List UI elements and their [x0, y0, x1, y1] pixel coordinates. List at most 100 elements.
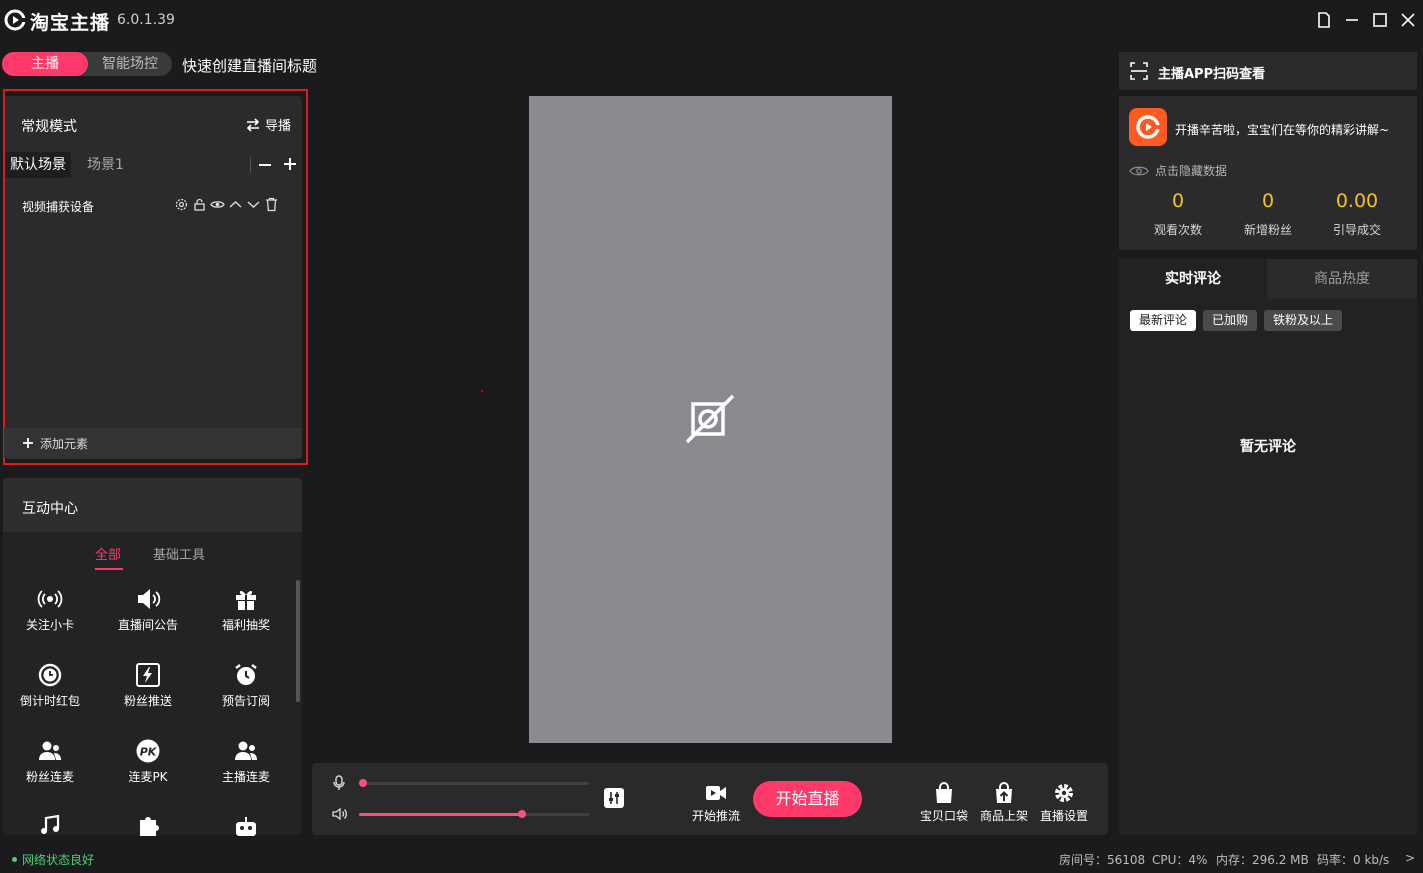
hide-data-button[interactable]: 点击隐藏数据 — [1129, 162, 1227, 179]
live-settings-label: 直播设置 — [1039, 809, 1088, 823]
mode-smart-control-button[interactable]: 智能场控 — [88, 52, 172, 76]
start-live-button[interactable]: 开始直播 — [753, 781, 862, 817]
mode-anchor-button[interactable]: 主播 — [2, 52, 88, 76]
trash-icon[interactable] — [264, 197, 279, 212]
chevron-down-icon[interactable] — [246, 197, 261, 212]
eye-icon[interactable] — [210, 197, 225, 212]
tab-live-comments[interactable]: 实时评论 — [1119, 259, 1267, 299]
broadcast-icon — [37, 586, 63, 612]
lock-icon[interactable] — [192, 197, 207, 212]
comment-panel — [1119, 259, 1417, 835]
stat-views-value: 0 — [1171, 190, 1185, 212]
app-version: 6.0.1.39 — [117, 12, 175, 28]
cpu-usage: CPU：4% — [1152, 853, 1208, 867]
memory-usage: 内存：296.2 MB — [1216, 853, 1309, 867]
robot-icon — [233, 814, 259, 840]
users-icon — [233, 738, 259, 764]
close-icon[interactable] — [1398, 10, 1418, 30]
swap-arrows-icon — [245, 117, 261, 132]
upload-icon — [992, 782, 1016, 804]
tool-puzzle[interactable] — [108, 814, 188, 844]
filter-iron-fans[interactable]: 铁粉及以上 — [1264, 310, 1343, 331]
tool-label: 连麦PK — [128, 770, 168, 784]
greeting-text: 开播辛苦啦，宝宝们在等你的精彩讲解~ — [1175, 123, 1390, 137]
room-number: 房间号：56108 — [1059, 853, 1146, 867]
stat-conversion-value: 0.00 — [1335, 190, 1379, 212]
tool-label: 直播间公告 — [117, 618, 178, 632]
taobao-live-logo-icon — [4, 9, 26, 31]
cursor-dot — [481, 390, 483, 392]
tool-fan-push[interactable]: 粉丝推送 — [108, 662, 188, 709]
network-status-label: 网络状态良好 — [22, 853, 95, 867]
network-status: 网络状态良好 — [12, 851, 94, 868]
music-icon — [37, 814, 63, 840]
mic-slider-knob[interactable] — [359, 779, 367, 787]
scan-title: 主播APP扫码查看 — [1158, 67, 1266, 82]
tab-scene-1[interactable]: 场景1 — [87, 152, 124, 178]
gear-icon — [1052, 782, 1076, 804]
no-signal-icon — [683, 392, 737, 446]
avatar — [1129, 108, 1167, 146]
add-element-button[interactable]: 添加元素 — [4, 428, 302, 458]
source-actions — [174, 197, 279, 212]
tab-basic-tools[interactable]: 基础工具 — [153, 544, 205, 563]
create-title-link[interactable]: 快速创建直播间标题 — [182, 55, 317, 76]
tool-label: 粉丝连麦 — [25, 770, 74, 784]
tool-announcement[interactable]: 直播间公告 — [108, 586, 188, 633]
tool-music[interactable] — [10, 814, 90, 844]
mode-title: 常规模式 — [21, 119, 77, 135]
tool-anchor-mic[interactable]: 主播连麦 — [206, 738, 286, 785]
scan-icon — [1130, 62, 1148, 80]
tab-product-heat[interactable]: 商品热度 — [1267, 259, 1417, 299]
tool-preview-subscribe[interactable]: 预告订阅 — [206, 662, 286, 709]
tools-scrollbar[interactable] — [296, 580, 300, 702]
chevron-up-icon[interactable] — [228, 197, 243, 212]
document-icon[interactable] — [1314, 10, 1334, 30]
tab-default-scene[interactable]: 默认场景 — [5, 152, 71, 178]
list-product-label: 商品上架 — [979, 809, 1028, 823]
scene-tab-divider — [250, 157, 251, 173]
interaction-title: 互动中心 — [22, 501, 78, 517]
add-element-label: 添加元素 — [40, 436, 89, 451]
microphone-icon[interactable] — [332, 775, 346, 791]
guide-label: 导播 — [265, 119, 292, 134]
tool-label: 关注小卡 — [25, 618, 74, 632]
speaker-icon — [135, 586, 161, 612]
tool-robot[interactable] — [206, 814, 286, 844]
maximize-icon[interactable] — [1370, 10, 1390, 30]
empty-comments-text: 暂无评论 — [1240, 439, 1296, 455]
tool-follow-card[interactable]: 关注小卡 — [10, 586, 90, 633]
tool-fan-mic[interactable]: 粉丝连麦 — [10, 738, 90, 785]
stat-new-fans-label: 新增粉丝 — [1243, 223, 1292, 237]
network-status-dot — [12, 857, 17, 862]
puzzle-icon — [135, 814, 161, 840]
gift-icon — [233, 586, 259, 612]
minimize-icon[interactable] — [1342, 10, 1362, 30]
status-more-button[interactable]: > — [1405, 851, 1415, 865]
audio-mixer-icon[interactable] — [604, 788, 624, 808]
tool-countdown-redpacket[interactable]: 倒计时红包 — [10, 662, 90, 709]
tool-lottery[interactable]: 福利抽奖 — [206, 586, 286, 633]
clock-icon — [37, 662, 63, 688]
product-bag-button[interactable]: 宝贝口袋 — [916, 782, 972, 824]
start-stream-button[interactable]: 开始推流 — [688, 782, 744, 824]
bitrate: 码率：0 kb/s — [1317, 853, 1390, 867]
guide-button[interactable]: 导播 — [245, 115, 291, 134]
stat-conversion-label: 引导成交 — [1332, 223, 1381, 237]
users-icon — [37, 738, 63, 764]
source-item-video-capture[interactable]: 视频捕获设备 — [22, 198, 94, 215]
volume-icon[interactable] — [332, 806, 348, 822]
tool-mic-pk[interactable]: PK 连麦PK — [108, 738, 188, 785]
mic-slider-track[interactable] — [359, 782, 589, 785]
stat-views-label: 观看次数 — [1153, 223, 1202, 237]
remove-scene-button[interactable] — [257, 155, 273, 175]
list-product-button[interactable]: 商品上架 — [976, 782, 1032, 824]
tab-all[interactable]: 全部 — [95, 544, 121, 563]
live-settings-button[interactable]: 直播设置 — [1036, 782, 1092, 824]
tool-label: 预告订阅 — [221, 694, 270, 708]
gear-icon[interactable] — [174, 197, 189, 212]
filter-latest[interactable]: 最新评论 — [1130, 310, 1197, 331]
add-scene-button[interactable] — [282, 154, 298, 174]
pk-icon: PK — [135, 738, 161, 764]
filter-added-cart[interactable]: 已加购 — [1203, 310, 1258, 331]
